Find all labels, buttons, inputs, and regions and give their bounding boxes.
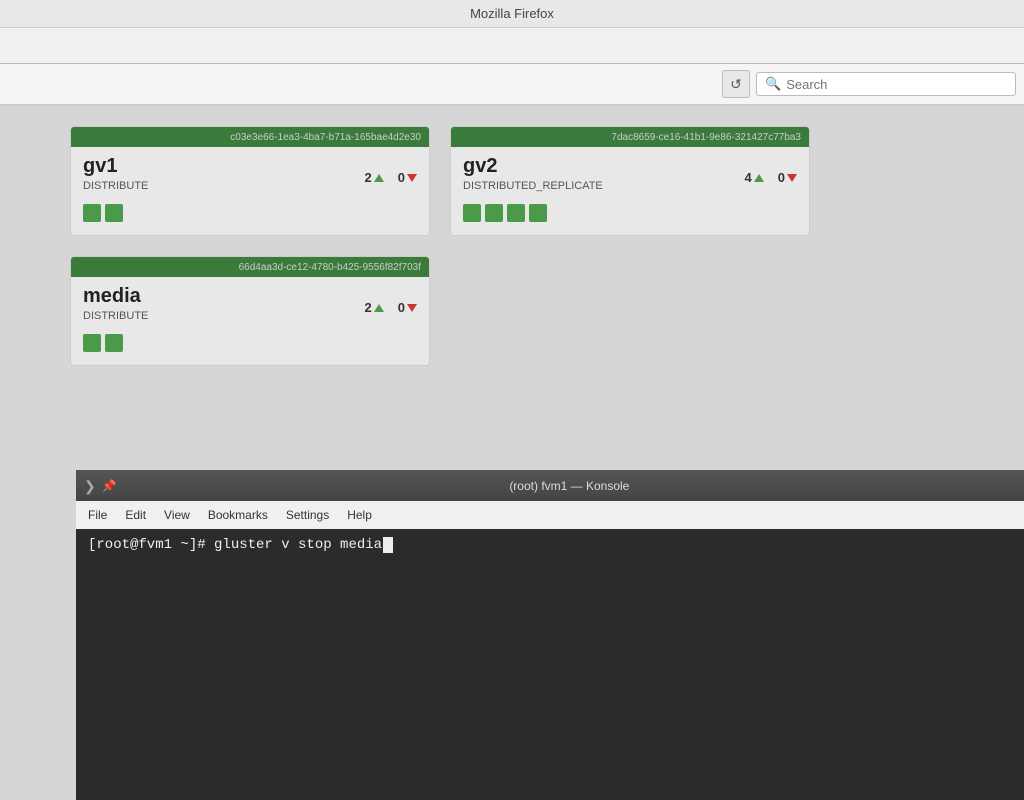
search-box: 🔍 xyxy=(756,72,1016,96)
nav-bar: ↺ 🔍 xyxy=(0,64,1024,106)
brick-gv2-0 xyxy=(463,204,481,222)
volume-stats-row-gv2: gv2 DISTRIBUTED_REPLICATE 4 0 xyxy=(463,155,797,200)
konsole-title-text: (root) fvm1 — Konsole xyxy=(123,479,1016,493)
down-arrow-gv2 xyxy=(787,174,797,182)
volume-up-count-gv2: 4 xyxy=(745,170,764,185)
volume-up-count-gv1: 2 xyxy=(365,170,384,185)
volume-stats-numbers-media: 2 0 xyxy=(365,300,417,315)
volume-id-gv2: 7dac8659-ce16-41b1-9e86-321427c77ba3 xyxy=(611,132,801,143)
volume-id-gv1: c03e3e66-1ea3-4ba7-b71a-165bae4d2e30 xyxy=(230,132,421,143)
konsole-menu-edit[interactable]: Edit xyxy=(117,505,154,525)
konsole-titlebar: ❯ 📌 (root) fvm1 — Konsole xyxy=(76,471,1024,501)
volume-name-gv2: gv2 xyxy=(463,155,603,178)
volume-card-id-bar-media: 66d4aa3d-ce12-4780-b425-9556f82f703f xyxy=(71,257,429,277)
volume-bricks-gv2 xyxy=(463,204,797,222)
volume-card-body-gv1: gv1 DISTRIBUTE 2 0 xyxy=(71,147,429,232)
volume-card-media[interactable]: 66d4aa3d-ce12-4780-b425-9556f82f703f med… xyxy=(70,256,430,366)
volume-down-count-media: 0 xyxy=(398,300,417,315)
volume-down-count-gv2: 0 xyxy=(778,170,797,185)
konsole-pin-icon: 📌 xyxy=(102,479,117,493)
brick-media-1 xyxy=(105,334,123,352)
volume-name-media: media xyxy=(83,285,148,308)
browser-title-bar: Mozilla Firefox xyxy=(0,0,1024,28)
browser-toolbar xyxy=(0,28,1024,64)
volume-bricks-media xyxy=(83,334,417,352)
search-input[interactable] xyxy=(786,77,1007,92)
search-icon: 🔍 xyxy=(765,76,781,92)
brick-gv1-1 xyxy=(105,204,123,222)
terminal-prompt-line: [root@fvm1 ~]# gluster v stop media xyxy=(88,537,1012,553)
terminal-cursor xyxy=(383,537,393,553)
brick-gv1-0 xyxy=(83,204,101,222)
volume-card-body-gv2: gv2 DISTRIBUTED_REPLICATE 4 0 xyxy=(451,147,809,232)
volume-card-id-bar-gv1: c03e3e66-1ea3-4ba7-b71a-165bae4d2e30 xyxy=(71,127,429,147)
konsole-menu-view[interactable]: View xyxy=(156,505,198,525)
volume-stats-row-media: media DISTRIBUTE 2 0 xyxy=(83,285,417,330)
volume-card-gv2[interactable]: 7dac8659-ce16-41b1-9e86-321427c77ba3 gv2… xyxy=(450,126,810,236)
volume-type-gv1: DISTRIBUTE xyxy=(83,180,148,192)
volume-type-gv2: DISTRIBUTED_REPLICATE xyxy=(463,180,603,192)
konsole-shell-icon: ❯ xyxy=(84,478,96,495)
up-arrow-media xyxy=(374,304,384,312)
volume-name-gv1: gv1 xyxy=(83,155,148,178)
up-arrow-gv1 xyxy=(374,174,384,182)
volume-type-media: DISTRIBUTE xyxy=(83,310,148,322)
volume-up-count-media: 2 xyxy=(365,300,384,315)
brick-gv2-2 xyxy=(507,204,525,222)
terminal-text: [root@fvm1 ~]# gluster v stop media xyxy=(88,537,382,553)
brick-gv2-1 xyxy=(485,204,503,222)
konsole-menubar: File Edit View Bookmarks Settings Help xyxy=(76,501,1024,529)
volume-card-gv1[interactable]: c03e3e66-1ea3-4ba7-b71a-165bae4d2e30 gv1… xyxy=(70,126,430,236)
konsole-menu-bookmarks[interactable]: Bookmarks xyxy=(200,505,276,525)
volumes-area: c03e3e66-1ea3-4ba7-b71a-165bae4d2e30 gv1… xyxy=(0,106,1024,386)
konsole-menu-file[interactable]: File xyxy=(80,505,115,525)
konsole-menu-help[interactable]: Help xyxy=(339,505,380,525)
left-sidebar xyxy=(0,212,76,800)
volume-stats-numbers-gv1: 2 0 xyxy=(365,170,417,185)
volume-id-media: 66d4aa3d-ce12-4780-b425-9556f82f703f xyxy=(239,262,421,273)
refresh-button[interactable]: ↺ xyxy=(722,70,750,98)
down-arrow-media xyxy=(407,304,417,312)
volume-bricks-gv1 xyxy=(83,204,417,222)
volume-stats-row-gv1: gv1 DISTRIBUTE 2 0 xyxy=(83,155,417,200)
browser-title: Mozilla Firefox xyxy=(470,6,554,21)
down-arrow-gv1 xyxy=(407,174,417,182)
up-arrow-gv2 xyxy=(754,174,764,182)
brick-media-0 xyxy=(83,334,101,352)
volume-card-id-bar-gv2: 7dac8659-ce16-41b1-9e86-321427c77ba3 xyxy=(451,127,809,147)
konsole-window: ❯ 📌 (root) fvm1 — Konsole File Edit View… xyxy=(76,470,1024,800)
konsole-terminal[interactable]: [root@fvm1 ~]# gluster v stop media xyxy=(76,529,1024,800)
brick-gv2-3 xyxy=(529,204,547,222)
konsole-menu-settings[interactable]: Settings xyxy=(278,505,337,525)
volume-down-count-gv1: 0 xyxy=(398,170,417,185)
volume-card-body-media: media DISTRIBUTE 2 0 xyxy=(71,277,429,362)
volume-stats-numbers-gv2: 4 0 xyxy=(745,170,797,185)
